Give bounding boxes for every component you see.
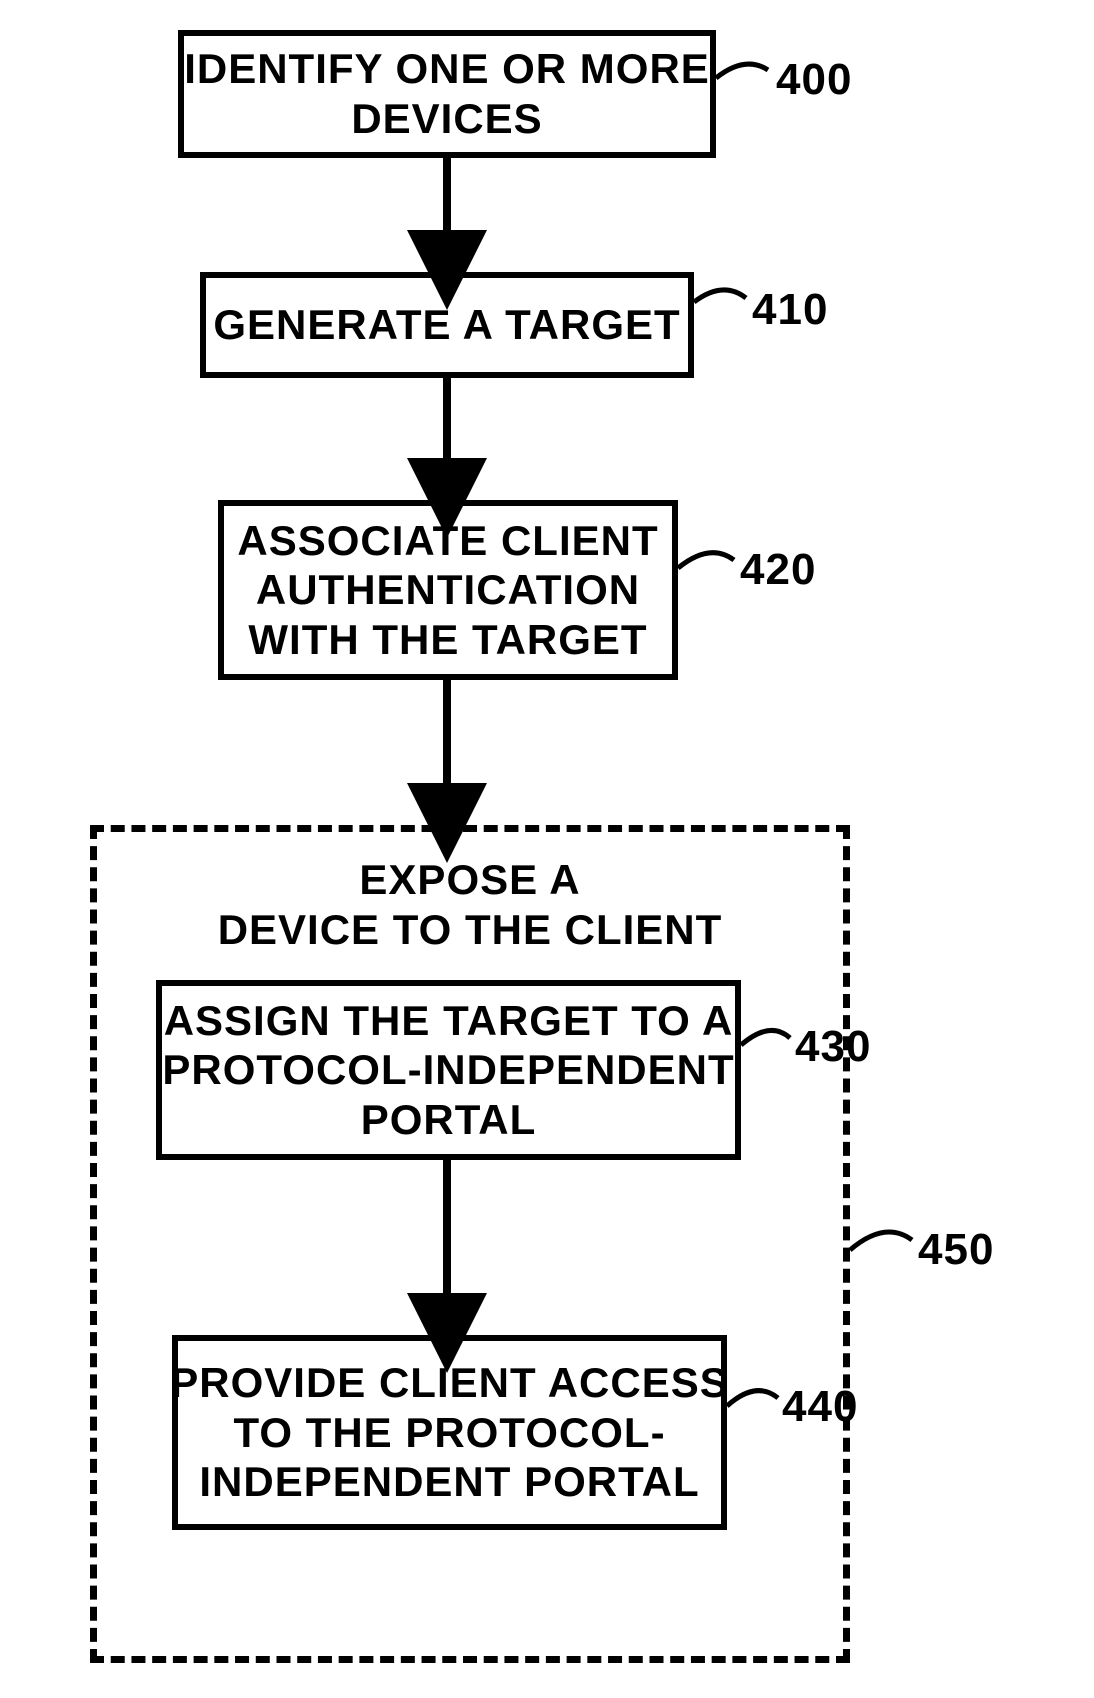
step-400-text: IDENTIFY ONE OR MORE DEVICES <box>184 44 710 143</box>
step-400-box: IDENTIFY ONE OR MORE DEVICES <box>178 30 716 158</box>
group-450-title: EXPOSE A DEVICE TO THE CLIENT <box>90 855 850 954</box>
group-450-title-text: EXPOSE A DEVICE TO THE CLIENT <box>90 855 850 954</box>
leader-450 <box>850 1232 912 1250</box>
step-420-ref: 420 <box>740 545 816 595</box>
flowchart-canvas: IDENTIFY ONE OR MORE DEVICES 400 GENERAT… <box>0 0 1094 1698</box>
leader-400 <box>716 64 768 78</box>
step-420-text: ASSOCIATE CLIENT AUTHENTICATION WITH THE… <box>237 516 658 665</box>
step-430-text: ASSIGN THE TARGET TO A PROTOCOL-INDEPEND… <box>162 996 734 1145</box>
step-430-ref: 430 <box>795 1022 871 1072</box>
step-440-box: PROVIDE CLIENT ACCESS TO THE PROTOCOL- I… <box>172 1335 727 1530</box>
leader-410 <box>694 290 746 302</box>
leader-420 <box>678 553 734 568</box>
step-420-box: ASSOCIATE CLIENT AUTHENTICATION WITH THE… <box>218 500 678 680</box>
group-450-ref: 450 <box>918 1225 994 1275</box>
step-410-box: GENERATE A TARGET <box>200 272 694 378</box>
step-430-box: ASSIGN THE TARGET TO A PROTOCOL-INDEPEND… <box>156 980 741 1160</box>
step-440-text: PROVIDE CLIENT ACCESS TO THE PROTOCOL- I… <box>170 1358 729 1507</box>
step-400-ref: 400 <box>776 55 852 105</box>
step-410-text: GENERATE A TARGET <box>213 300 680 350</box>
step-410-ref: 410 <box>752 285 828 335</box>
step-440-ref: 440 <box>782 1382 858 1432</box>
